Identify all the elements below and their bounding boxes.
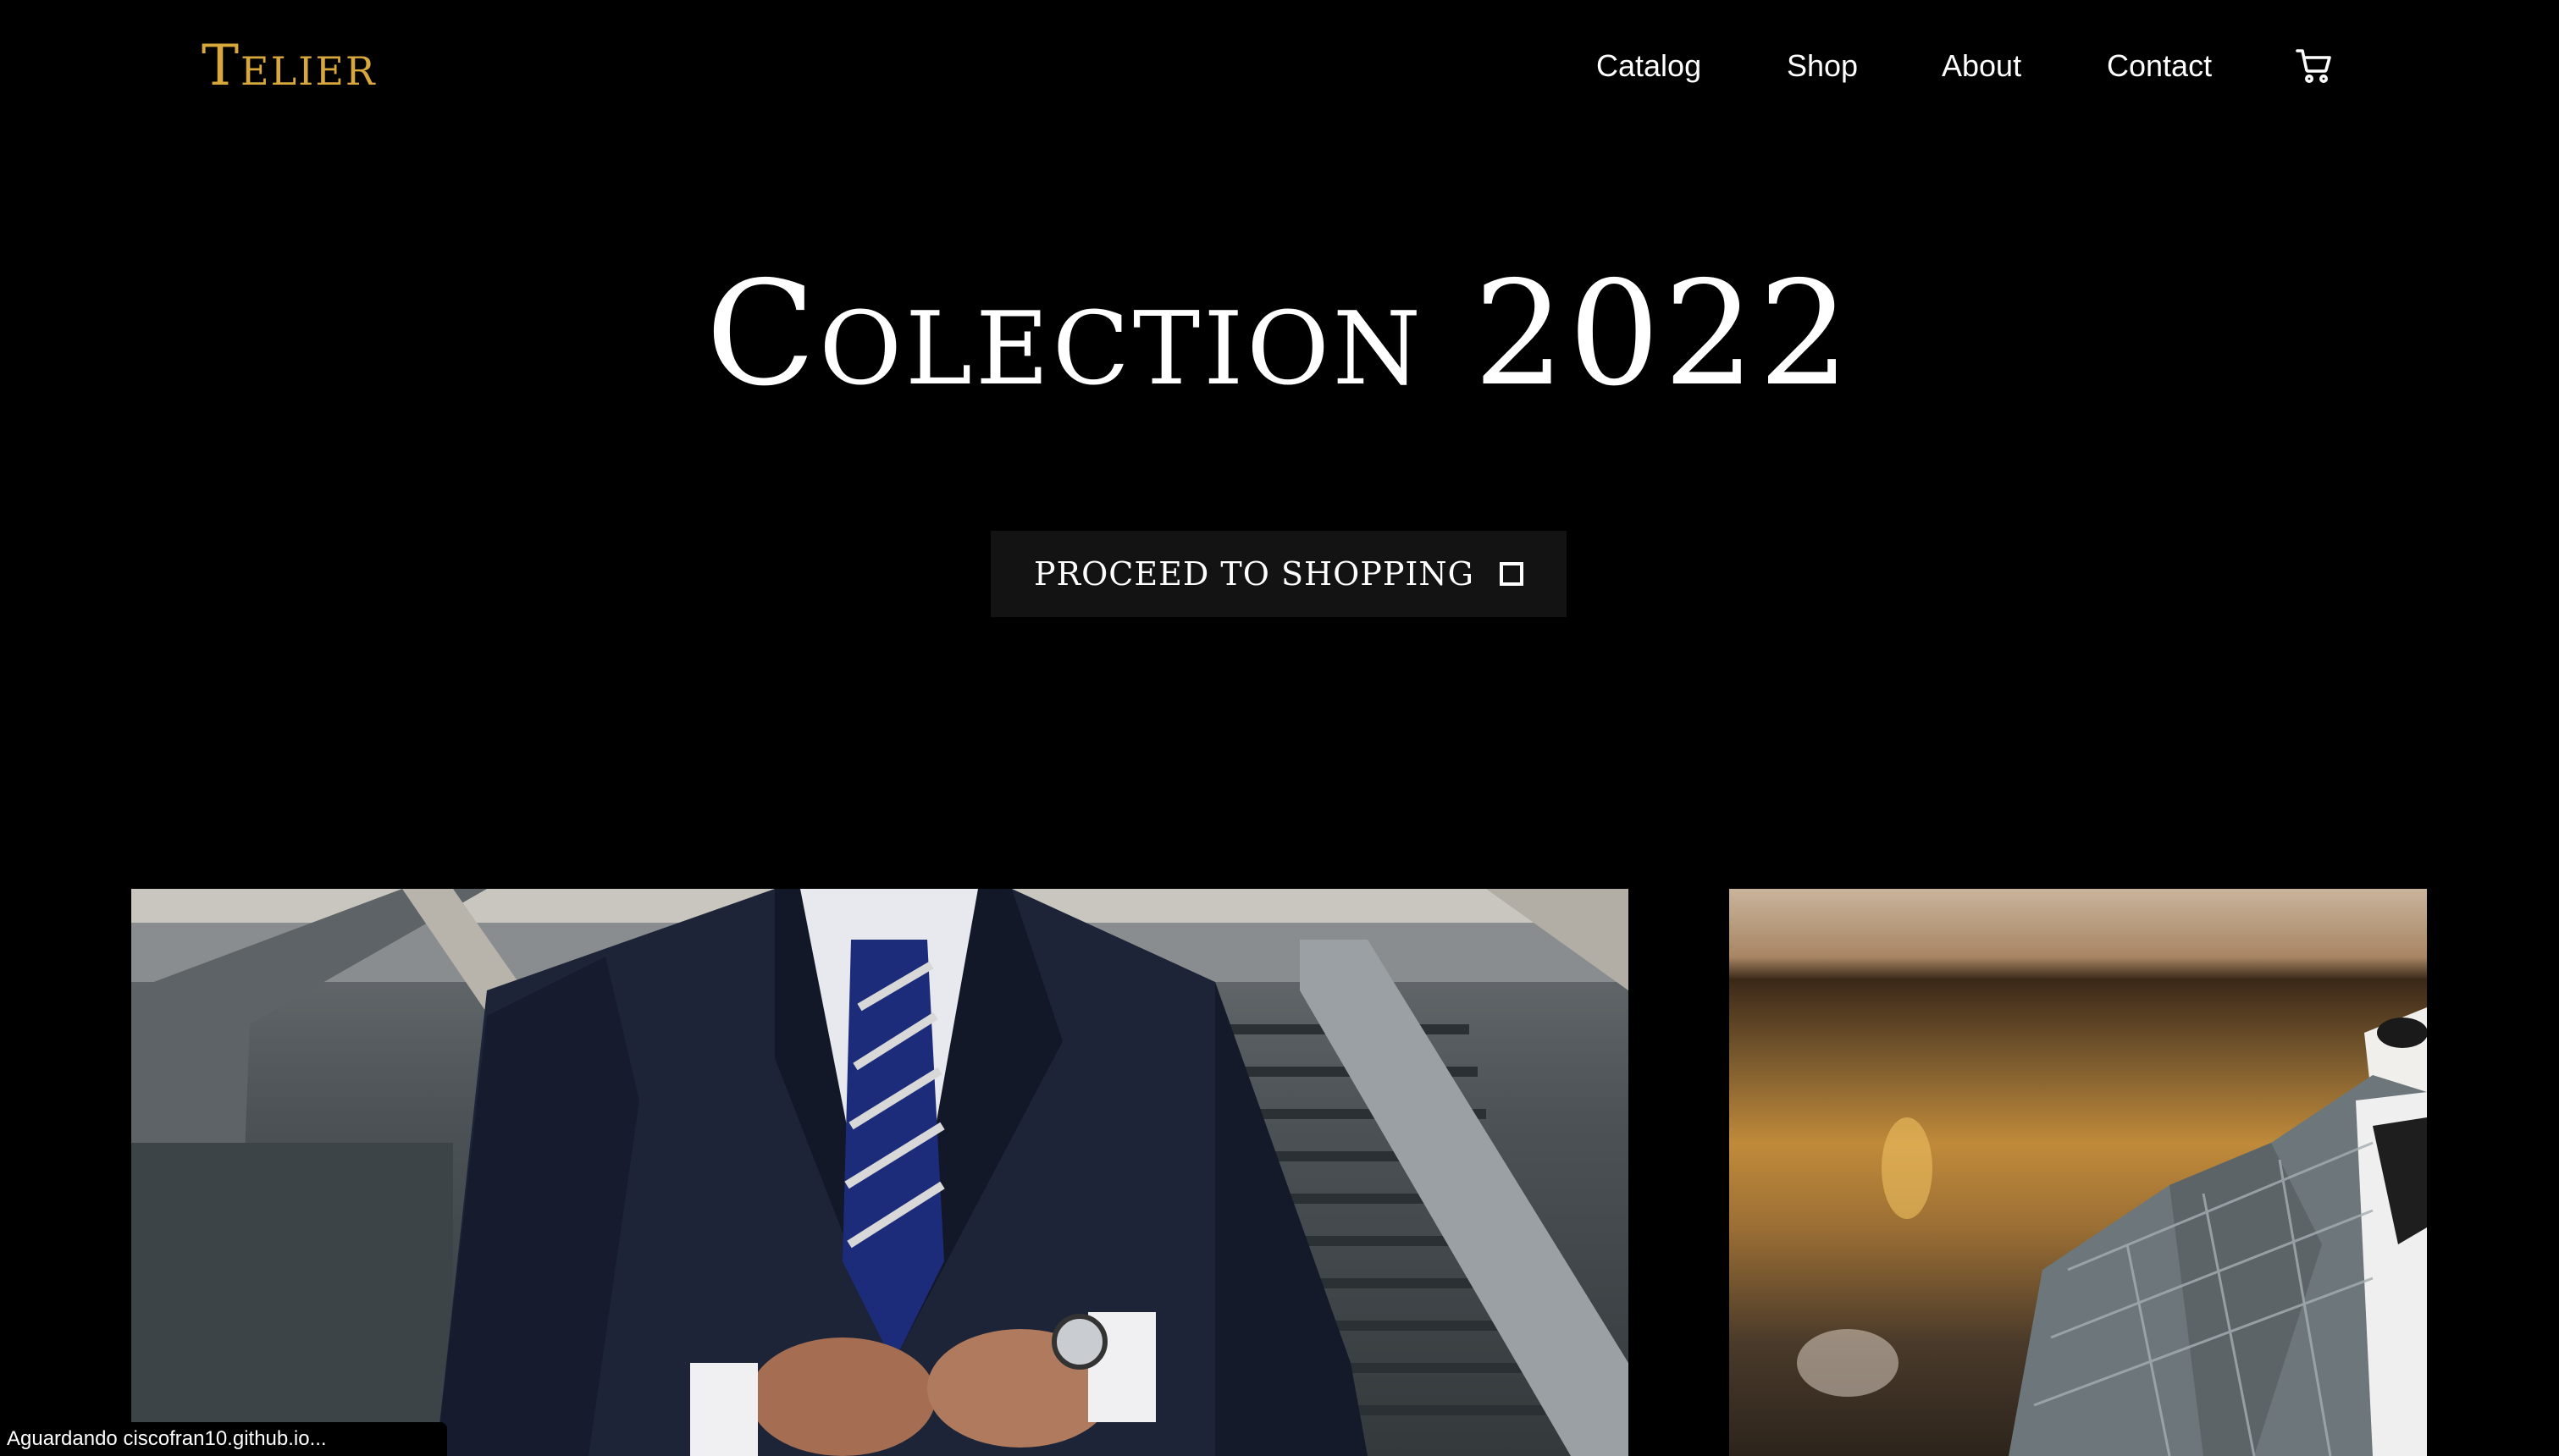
page: Telier Catalog Shop About Contact Colect… xyxy=(0,0,2559,1456)
suit-mannequin-photo[interactable] xyxy=(1729,889,2427,1456)
nav-catalog[interactable]: Catalog xyxy=(1596,44,1701,88)
businessman-suit-photo[interactable] xyxy=(131,889,1628,1456)
brand-logo[interactable]: Telier xyxy=(202,36,377,97)
nav-about[interactable]: About xyxy=(1942,44,2021,88)
hero-title: Colection 2022 xyxy=(705,251,1854,418)
shopping-cart-icon[interactable] xyxy=(2294,46,2335,86)
nav-shop[interactable]: Shop xyxy=(1787,44,1858,88)
proceed-to-shopping-label: PROCEED TO SHOPPING xyxy=(1033,555,1475,593)
browser-status-bar: Aguardando ciscofran10.github.io... xyxy=(0,1422,447,1456)
nav-contact[interactable]: Contact xyxy=(2107,44,2212,88)
square-outline-icon xyxy=(1500,562,1524,586)
proceed-to-shopping-button[interactable]: PROCEED TO SHOPPING xyxy=(991,531,1567,617)
